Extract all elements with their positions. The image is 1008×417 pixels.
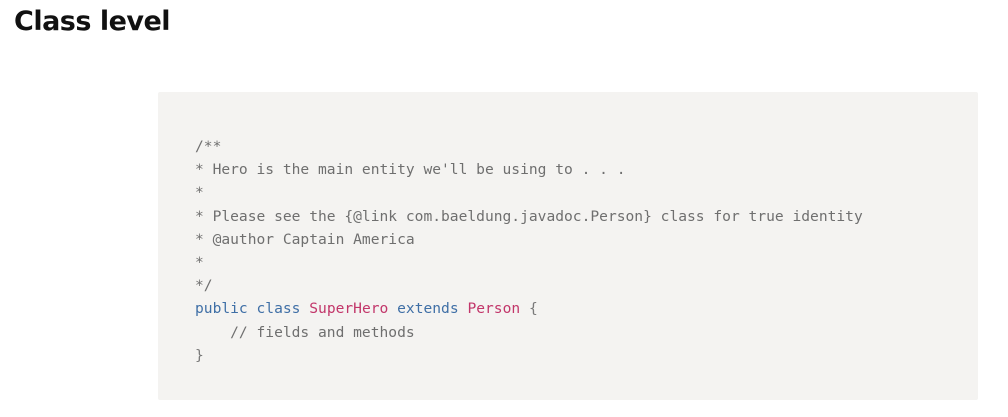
code-comment-line: * (195, 184, 204, 202)
keyword-class: class (256, 300, 301, 318)
keyword-public: public (195, 300, 248, 318)
section-heading: Class level (14, 6, 171, 37)
code-block: /** * Hero is the main entity we'll be u… (158, 92, 978, 400)
class-name: SuperHero (309, 300, 389, 318)
close-brace: } (195, 346, 204, 364)
code-comment-line: * (195, 253, 204, 271)
code-comment-line: */ (195, 277, 213, 295)
class-body-comment: // fields and methods (195, 323, 415, 341)
open-brace: { (528, 300, 538, 318)
class-declaration-line: public class SuperHero extends Person { (195, 297, 978, 320)
code-comment-line: * @author Captain America (195, 230, 415, 248)
parent-class-name: Person (467, 300, 521, 318)
keyword-extends: extends (397, 300, 459, 318)
code-comment-line: /** (195, 138, 222, 155)
code-comment-line: * Please see the {@link com.baeldung.jav… (195, 207, 863, 225)
code-comment-line: * Hero is the main entity we'll be using… (195, 161, 626, 179)
